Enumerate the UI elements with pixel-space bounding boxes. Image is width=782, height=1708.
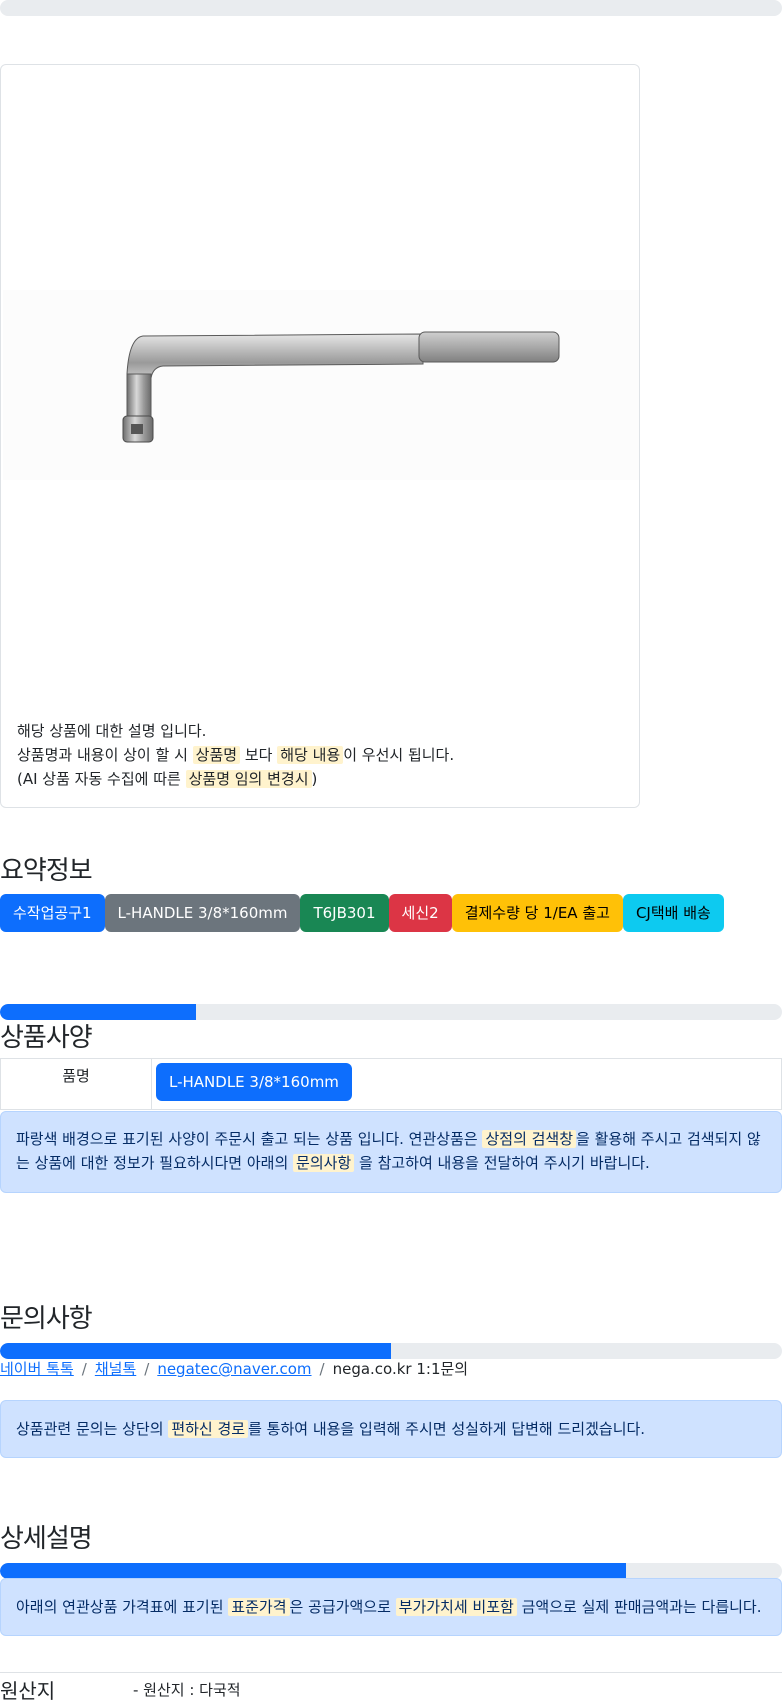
spec-info-alert: 파랑색 배경으로 표기된 사양이 주문시 출고 되는 상품 입니다. 연관상품은… [0,1111,782,1193]
summary-progress-bar [0,1004,782,1020]
origin-label: 원산지 [0,1679,56,1703]
alert-text: 파랑색 배경으로 표기된 사양이 주문시 출고 되는 상품 입니다. 연관상품은 [16,1130,478,1148]
spec-key: 품명 [0,1058,152,1110]
separator: / [319,1360,325,1378]
separator: / [144,1360,150,1378]
separator: / [81,1360,87,1378]
spec-row: 품명 L-HANDLE 3/8*160mm [0,1058,782,1110]
alert-text: 아래의 연관상품 가격표에 표기된 [16,1598,224,1616]
highlight-text: 편하신 경로 [168,1420,249,1438]
spec-value-cell: L-HANDLE 3/8*160mm [151,1058,782,1110]
inquiry-title: 문의사항 [0,1304,93,1334]
description-text: ) [311,770,318,788]
description-line-3: (AI 상품 자동 수집에 따른 상품명 임의 변경시) [17,767,627,791]
description-text: (AI 상품 자동 수집에 따른 [17,770,181,788]
inquiry-info-alert: 상품관련 문의는 상단의 편하신 경로 를 통하여 내용을 입력해 주시면 성실하… [0,1400,782,1458]
badge-product-code: T6JB301 [300,894,389,932]
alert-text: 금액으로 실제 판매금액과는 다릅니다. [521,1598,762,1616]
spec-table: 품명 L-HANDLE 3/8*160mm [0,1058,782,1110]
product-image [3,290,639,480]
description-line-1: 해당 상품에 대한 설명 입니다. [17,719,627,743]
highlight-text: 표준가격 [228,1598,290,1616]
detail-progress-bar [0,1563,782,1579]
highlight-text: 상점의 검색창 [482,1130,577,1148]
highlight-text: 상품명 임의 변경시 [185,770,312,788]
detail-info-alert: 아래의 연관상품 가격표에 표기된 표준가격 은 공급가액으로 부가가치세 비포함… [0,1578,782,1636]
email-link[interactable]: negatec@naver.com [157,1360,311,1378]
description-text: 이 우선시 됩니다. [343,746,455,764]
alert-text: 은 공급가액으로 [289,1598,391,1616]
top-progress-bar [0,0,782,16]
spec-value-badge: L-HANDLE 3/8*160mm [156,1063,352,1101]
summary-title: 요약정보 [0,856,93,886]
description-text: 상품명과 내용이 상이 할 시 [17,746,188,764]
channeltalk-link[interactable]: 채널톡 [95,1360,136,1378]
highlight-text: 상품명 [192,746,241,764]
detail-title: 상세설명 [0,1524,93,1554]
highlight-text: 해당 내용 [277,746,344,764]
description-line-2: 상품명과 내용이 상이 할 시 상품명 보다 해당 내용 이 우선시 됩니다. [17,743,627,767]
badge-shipping: CJ택배 배송 [622,894,724,932]
alert-text: 상품관련 문의는 상단의 [16,1420,164,1438]
description-text: 보다 [244,746,273,764]
detail-progress-fill [0,1563,626,1579]
l-handle-wrench-image [122,331,560,443]
highlight-text: 문의사항 [293,1154,355,1172]
alert-text: 를 통하여 내용을 입력해 주시면 성실하게 답변해 드리겠습니다. [248,1420,646,1438]
badge-product-name: L-HANDLE 3/8*160mm [104,894,301,932]
site-inquiry-text: nega.co.kr 1:1문의 [332,1360,469,1378]
origin-row: 원산지 - 원산지 : 다국적 [0,1672,782,1703]
badge-brand: 세신2 [388,894,452,932]
badge-quantity: 결제수량 당 1/EA 출고 [451,894,623,932]
summary-badges: 수작업공구1 L-HANDLE 3/8*160mm T6JB301 세신2 결제… [0,894,724,932]
alert-text: 을 참고하여 내용을 전달하여 주시기 바랍니다. [359,1154,650,1172]
naver-talktalk-link[interactable]: 네이버 톡톡 [0,1360,74,1378]
product-card: 해당 상품에 대한 설명 입니다. 상품명과 내용이 상이 할 시 상품명 보다… [0,64,640,808]
description-text: 해당 상품에 대한 설명 입니다. [17,722,207,740]
highlight-text: 부가가치세 비포함 [395,1598,517,1616]
origin-value: - 원산지 : 다국적 [133,1681,241,1699]
spec-title: 상품사양 [0,1023,93,1053]
inquiry-links: 네이버 톡톡 / 채널톡 / negatec@naver.com / nega.co.kr … [0,1357,468,1381]
badge-category: 수작업공구1 [0,894,105,932]
product-description: 해당 상품에 대한 설명 입니다. 상품명과 내용이 상이 할 시 상품명 보다… [17,719,627,791]
